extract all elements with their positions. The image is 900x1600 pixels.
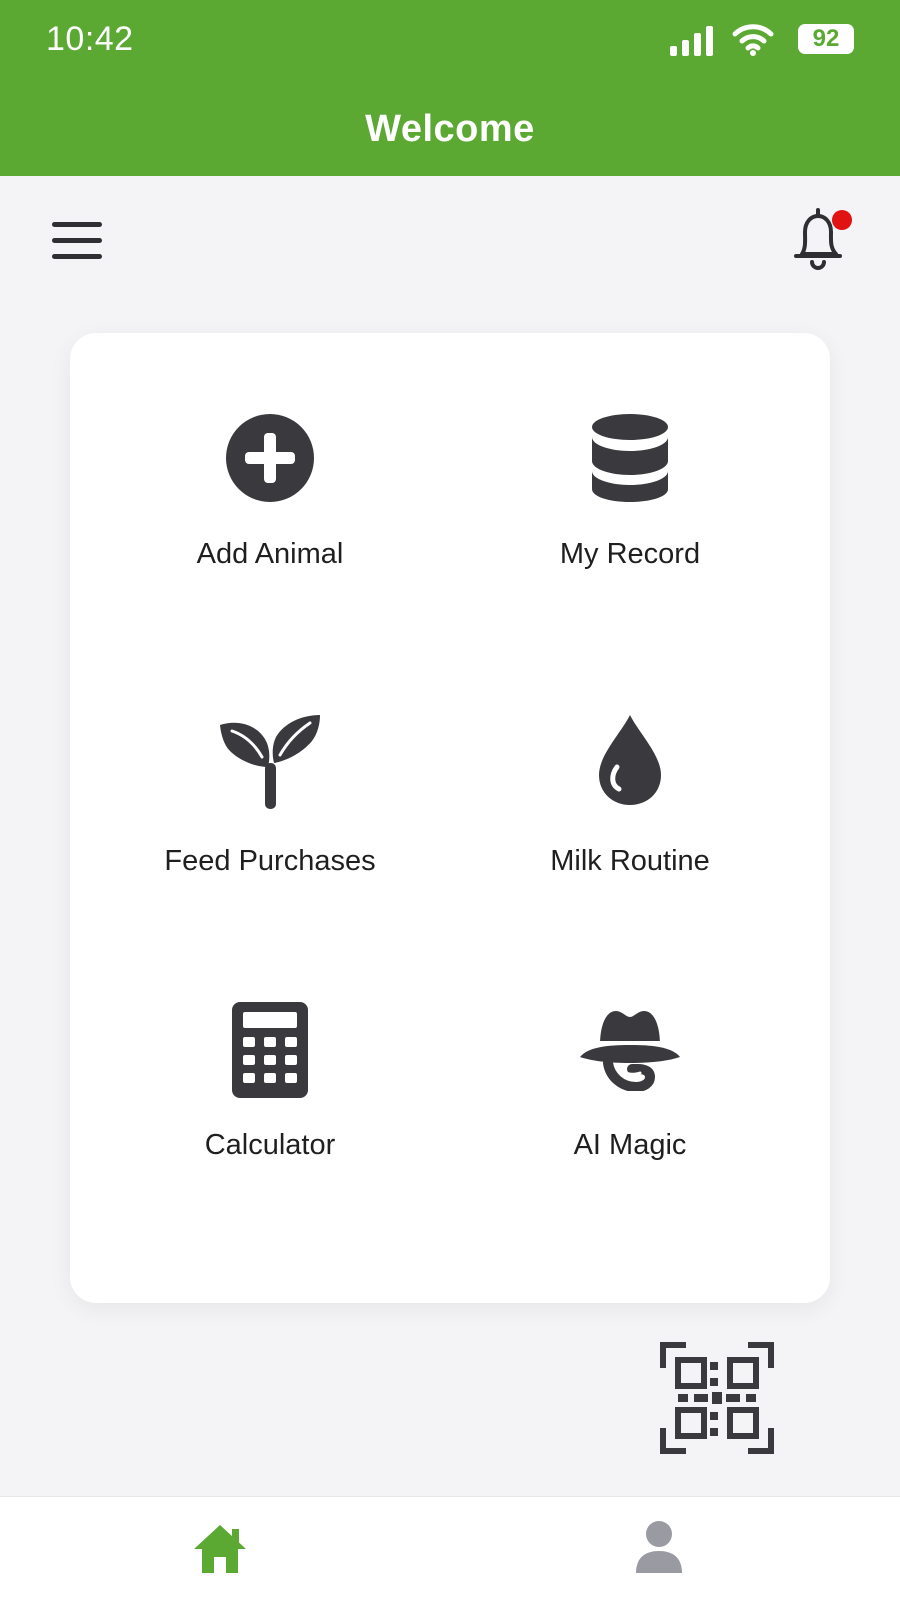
battery-level: 92: [812, 25, 840, 52]
battery-indicator: 92: [798, 24, 854, 54]
water-drop-icon: [599, 715, 661, 805]
plus-circle-icon: [226, 414, 314, 502]
database-icon: [592, 414, 668, 502]
menu-card: Add Animal My Record Feed Purchases Milk…: [70, 333, 830, 1303]
bottom-navigation: [0, 1496, 900, 1600]
incognito-hat-icon: [580, 1011, 680, 1091]
calculator-icon: [232, 1002, 308, 1098]
home-icon: [194, 1525, 246, 1573]
qr-scan-icon: [660, 1342, 774, 1454]
my-record-tile[interactable]: My Record: [460, 403, 800, 643]
app-header: 10:42 92 Welcome: [0, 0, 900, 176]
status-time: 10:42: [46, 20, 134, 58]
add-animal-label: Add Animal: [196, 538, 344, 570]
qr-scan-button[interactable]: [660, 1342, 774, 1454]
nav-home-tab[interactable]: [192, 1523, 248, 1575]
wifi-icon: [732, 24, 774, 56]
hamburger-menu-icon[interactable]: [50, 218, 106, 264]
my-record-label: My Record: [559, 538, 701, 570]
page-title: Welcome: [365, 108, 535, 150]
milk-routine-tile[interactable]: Milk Routine: [460, 713, 800, 953]
profile-icon: [636, 1521, 682, 1573]
calculator-label: Calculator: [204, 1129, 336, 1161]
calculator-tile[interactable]: Calculator: [100, 1001, 440, 1241]
feed-purchases-label: Feed Purchases: [164, 845, 376, 877]
add-animal-tile[interactable]: Add Animal: [100, 403, 440, 643]
sprout-icon: [220, 715, 320, 809]
ai-magic-tile[interactable]: AI Magic: [460, 1001, 800, 1241]
notification-badge: [832, 210, 852, 230]
nav-profile-tab[interactable]: [634, 1519, 684, 1575]
cellular-signal-icon: [670, 26, 713, 56]
milk-routine-label: Milk Routine: [550, 845, 710, 877]
notification-button[interactable]: [790, 204, 856, 276]
feed-purchases-tile[interactable]: Feed Purchases: [100, 713, 440, 953]
ai-magic-label: AI Magic: [573, 1129, 687, 1161]
